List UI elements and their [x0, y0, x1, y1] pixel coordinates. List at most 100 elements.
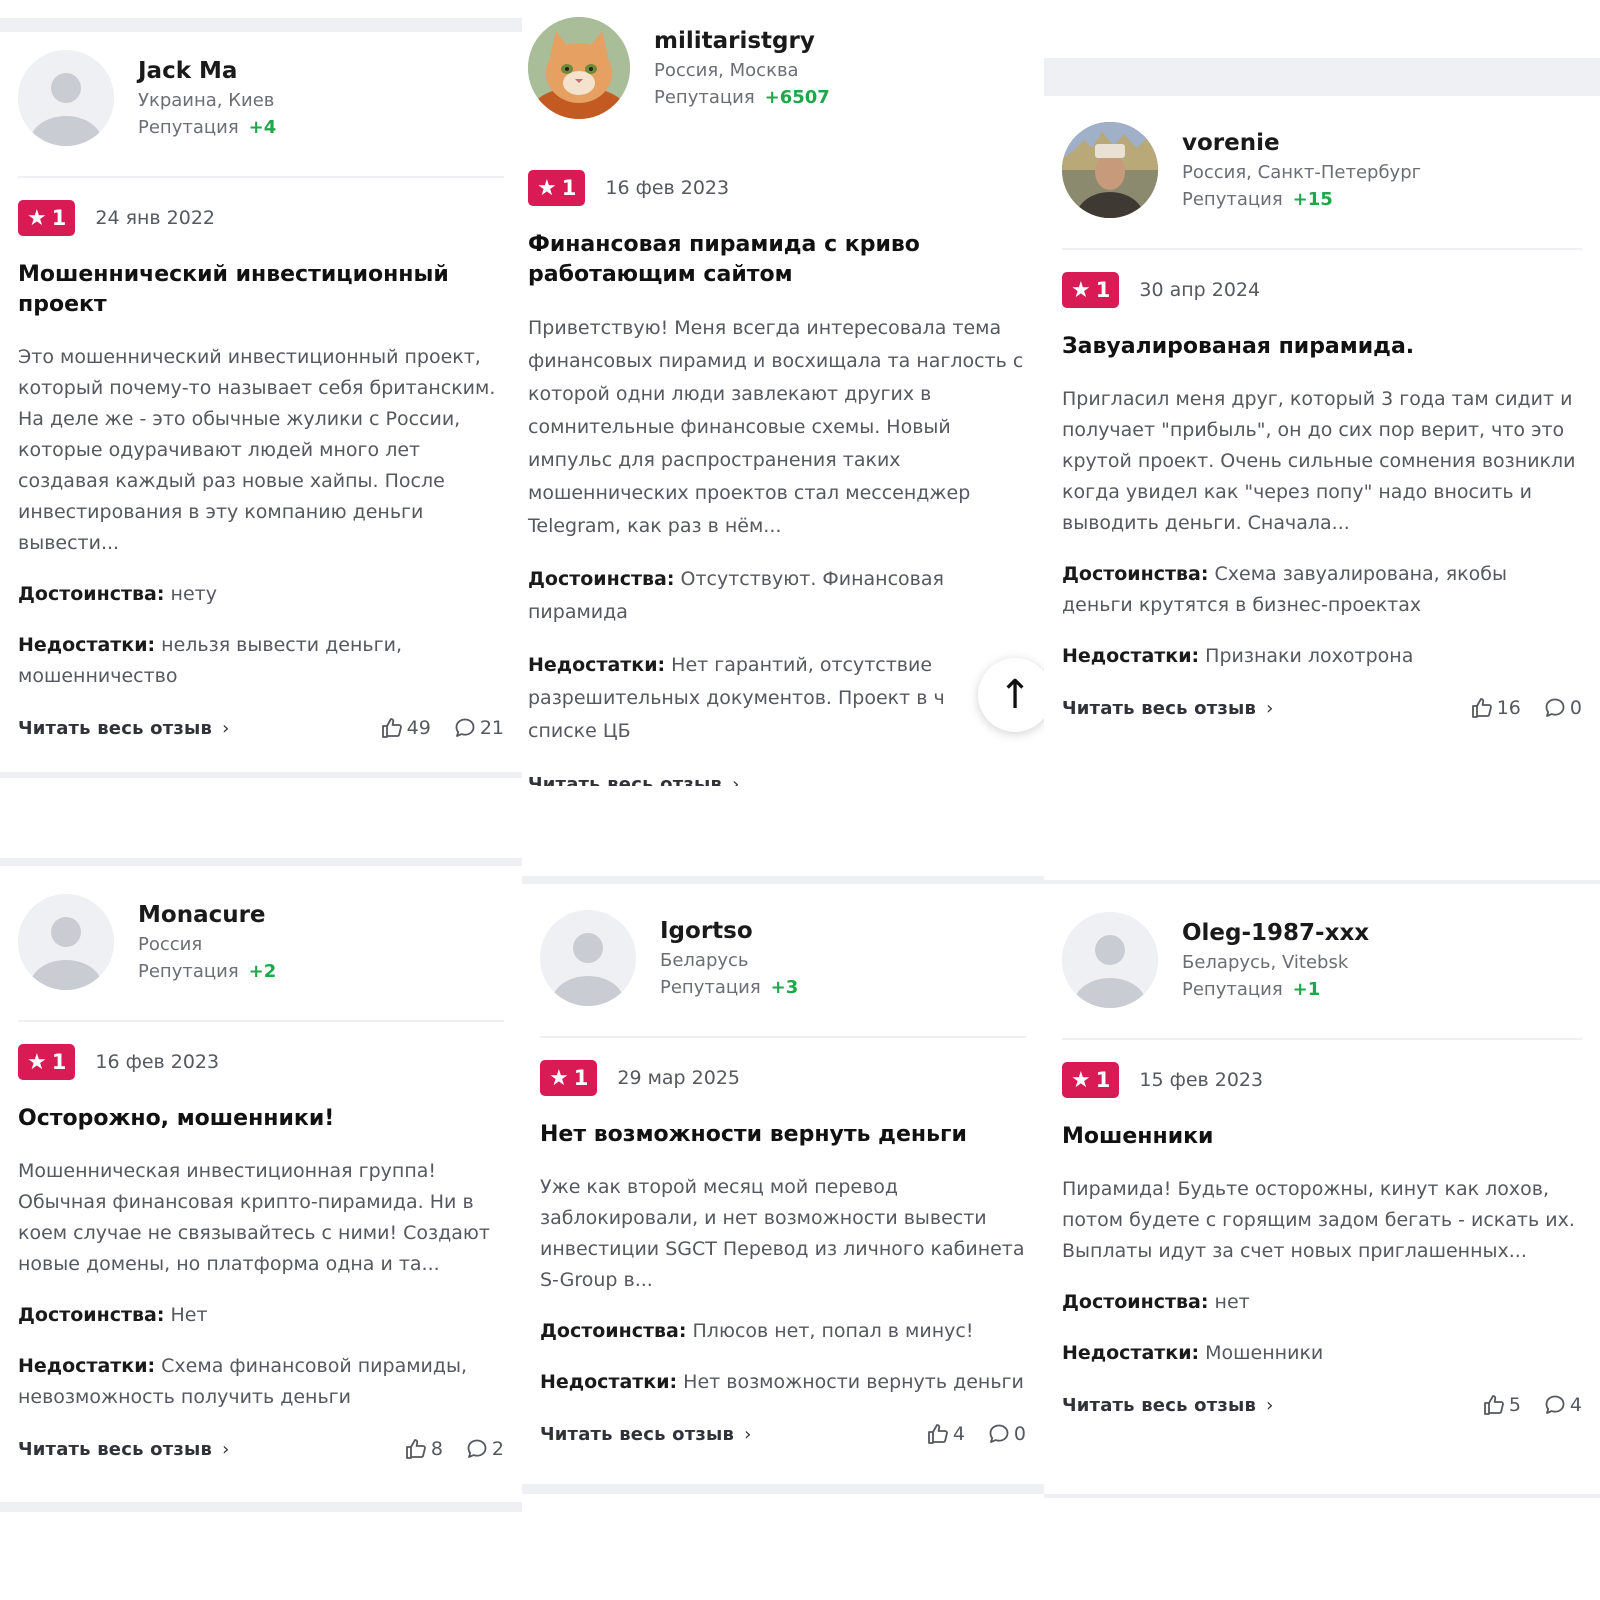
- user-name[interactable]: Monacure: [138, 902, 276, 928]
- avatar-placeholder-icon[interactable]: [18, 894, 114, 990]
- reputation-value: +1: [1292, 979, 1321, 1000]
- user-reputation: Репутация +4: [138, 117, 276, 138]
- review-meta: ★ 1 15 фев 2023: [1062, 1062, 1582, 1098]
- cons-value: Признаки лохотрона: [1205, 645, 1414, 667]
- read-more-link[interactable]: Читать весь отзыв ›: [528, 774, 739, 787]
- review-date: 16 фев 2023: [95, 1051, 220, 1073]
- cat-avatar[interactable]: [528, 17, 630, 119]
- divider-band: [0, 858, 522, 866]
- star-icon: ★: [1071, 277, 1091, 303]
- user-info: Monacure Россия Репутация +2: [18, 882, 504, 1002]
- comment-count: 2: [491, 1438, 504, 1460]
- review-title[interactable]: Осторожно, мошенники!: [18, 1104, 504, 1134]
- like-button[interactable]: 5: [1482, 1393, 1521, 1417]
- pros-label: Достоинства:: [528, 568, 675, 590]
- rating-badge: ★ 1: [540, 1060, 598, 1096]
- read-more-label: Читать весь отзыв: [1062, 697, 1257, 719]
- user-info: Oleg-1987-xxx Беларусь, Vitebsk Репутаци…: [1062, 900, 1582, 1020]
- comment-button[interactable]: 0: [987, 1422, 1026, 1446]
- review-date: 29 мар 2025: [617, 1067, 741, 1089]
- review-meta: ★ 1 24 янв 2022: [18, 200, 504, 236]
- read-more-link[interactable]: Читать весь отзыв ›: [1062, 698, 1273, 719]
- read-more-label: Читать весь отзыв: [18, 1438, 213, 1460]
- cons-label: Недостатки:: [18, 634, 156, 656]
- rating-value: 1: [51, 1050, 67, 1074]
- review-date: 15 фев 2023: [1139, 1069, 1264, 1091]
- user-name[interactable]: militaristgry: [654, 28, 830, 54]
- user-name[interactable]: vorenie: [1182, 130, 1421, 156]
- review-text: Приветствую! Меня всегда интересовала те…: [528, 317, 1024, 537]
- review-stats: 8 2: [382, 1437, 504, 1461]
- review-meta: ★ 1 29 мар 2025: [540, 1060, 1026, 1096]
- user-info: militaristgry Россия, Москва Репутация +6…: [528, 8, 1038, 128]
- user-info: Jack Ma Украина, Киев Репутация +4: [18, 38, 504, 158]
- pros-label: Достоинства:: [18, 583, 165, 605]
- star-icon: ★: [1071, 1067, 1091, 1093]
- read-more-link[interactable]: Читать весь отзыв ›: [1062, 1395, 1273, 1416]
- chevron-right-icon: ›: [222, 717, 230, 739]
- chevron-right-icon: ›: [1266, 697, 1274, 719]
- pros-label: Достоинства:: [1062, 563, 1209, 585]
- pros-value: нету: [170, 583, 217, 605]
- read-more-link[interactable]: Читать весь отзыв ›: [18, 1439, 229, 1460]
- scroll-to-top-button[interactable]: ↑: [978, 658, 1052, 732]
- pros-value: Плюсов нет, попал в минус!: [692, 1320, 974, 1342]
- review-cons: Недостатки: Нет возможности вернуть день…: [540, 1367, 1026, 1398]
- review-cons: Недостатки: Схема финансовой пирамиды, н…: [18, 1351, 504, 1413]
- comment-button[interactable]: 2: [465, 1437, 504, 1461]
- card-divider: [0, 1502, 522, 1512]
- avatar-placeholder-icon[interactable]: [540, 910, 636, 1006]
- like-button[interactable]: 16: [1470, 696, 1521, 720]
- user-reputation: Репутация +1: [1182, 979, 1369, 1000]
- review-text: Пирамида! Будьте осторожны, кинут как ло…: [1062, 1178, 1575, 1262]
- divider-band: [0, 18, 522, 32]
- read-more-label: Читать весь отзыв: [540, 1423, 735, 1445]
- reputation-value: +2: [248, 961, 277, 982]
- review-title[interactable]: Мошенники: [1062, 1122, 1582, 1152]
- review-cons: Недостатки: Признаки лохотрона: [1062, 641, 1582, 672]
- like-button[interactable]: 8: [404, 1437, 443, 1461]
- comment-count: 0: [1013, 1423, 1026, 1445]
- chevron-right-icon: ›: [744, 1423, 752, 1445]
- comment-button[interactable]: 21: [453, 716, 504, 740]
- comment-count: 0: [1569, 697, 1582, 719]
- pros-label: Достоинства:: [18, 1304, 165, 1326]
- cons-label: Недостатки:: [1062, 645, 1200, 667]
- chevron-right-icon: ›: [222, 1438, 230, 1460]
- comment-button[interactable]: 4: [1543, 1393, 1582, 1417]
- user-name[interactable]: Oleg-1987-xxx: [1182, 920, 1369, 946]
- read-more-link[interactable]: Читать весь отзыв ›: [540, 1424, 751, 1445]
- read-more-label: Читать весь отзыв: [18, 717, 213, 739]
- avatar-placeholder-icon[interactable]: [1062, 912, 1158, 1008]
- divider-band: [522, 876, 1044, 884]
- review-title[interactable]: Мошеннический инвестиционный проект: [18, 260, 504, 320]
- review-title[interactable]: Завуалированая пирамида.: [1062, 332, 1582, 362]
- separator: [540, 1036, 1026, 1038]
- review-cons: Недостатки: нельзя вывести деньги, мошен…: [18, 630, 504, 692]
- avatar-placeholder-icon[interactable]: [18, 50, 114, 146]
- reputation-value: +3: [770, 977, 799, 998]
- like-button[interactable]: 49: [380, 716, 431, 740]
- read-more-link[interactable]: Читать весь отзыв ›: [18, 718, 229, 739]
- user-reputation: Репутация +6507: [654, 87, 830, 108]
- user-name[interactable]: Jack Ma: [138, 58, 276, 84]
- cons-value: Нет возможности вернуть деньги: [683, 1371, 1024, 1393]
- cons-value: Мошенники: [1205, 1342, 1324, 1364]
- chevron-right-icon: ›: [732, 773, 740, 787]
- review-title[interactable]: Нет возможности вернуть деньги: [540, 1120, 1026, 1150]
- like-button[interactable]: 4: [926, 1422, 965, 1446]
- review-meta: ★ 1 16 фев 2023: [528, 170, 1038, 206]
- star-icon: ★: [27, 205, 47, 231]
- reputation-value: +15: [1292, 189, 1333, 210]
- review-title[interactable]: Финансовая пирамида с криво работающим с…: [528, 230, 1038, 290]
- rating-value: 1: [561, 176, 577, 200]
- chevron-right-icon: ›: [1266, 1394, 1274, 1416]
- comment-button[interactable]: 0: [1543, 696, 1582, 720]
- user-name[interactable]: Igortso: [660, 918, 798, 944]
- rating-badge: ★ 1: [18, 1044, 76, 1080]
- star-icon: ★: [549, 1065, 569, 1091]
- comment-icon: [455, 718, 475, 737]
- photo-avatar[interactable]: [1062, 122, 1158, 218]
- review-card-clip: militaristgry Россия, Москва Репутация +6…: [522, 0, 1044, 786]
- pros-label: Достоинства:: [1062, 1291, 1209, 1313]
